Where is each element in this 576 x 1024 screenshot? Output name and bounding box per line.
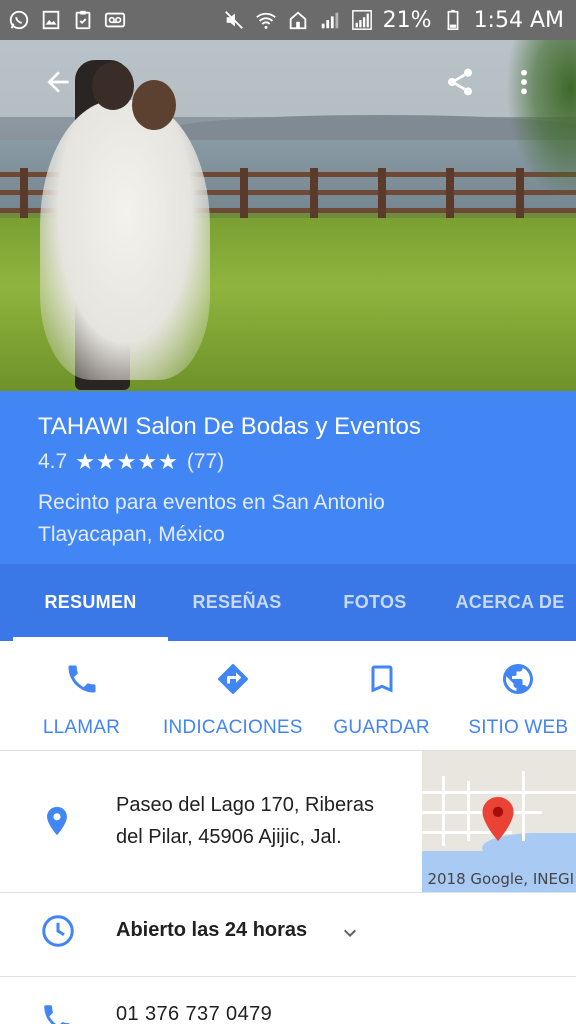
arrow-back-icon	[47, 71, 69, 93]
status-bar: 21% 1:54 AM	[0, 0, 576, 40]
hours-status: Abierto las 24 horas	[116, 919, 308, 941]
system-icons: 21% 1:54 AM	[223, 8, 564, 33]
photo-fence-post	[20, 168, 28, 218]
photo-fence-post	[310, 168, 318, 218]
tab-acerca-de[interactable]: ACERCA DE	[444, 564, 576, 641]
photo-fence-post	[446, 168, 454, 218]
voicemail-icon	[104, 9, 126, 31]
quick-actions: LLAMAR INDICACIONES GUARDAR SITIO WEB	[0, 641, 576, 751]
map-road	[442, 776, 445, 846]
place-title: TAHAWI Salon De Bodas y Eventos	[38, 413, 421, 440]
photo-fence-post	[378, 168, 386, 218]
tab-resenas[interactable]: RESEÑAS	[168, 564, 306, 641]
address-row[interactable]: Paseo del Lago 170, Riberas del Pilar, 4…	[0, 751, 576, 893]
signal-icon	[319, 9, 341, 31]
address-text: Paseo del Lago 170, Riberas del Pilar, 4…	[116, 789, 416, 853]
notification-icons	[8, 9, 126, 31]
rating-row[interactable]: 4.7 ★★★★★ (77)	[38, 447, 538, 477]
mute-icon	[223, 9, 245, 31]
battery-percent: 21%	[382, 7, 432, 33]
gallery-icon	[40, 9, 62, 31]
map-thumbnail[interactable]: 2018 Google, INEGI	[422, 751, 576, 892]
directions-icon	[217, 664, 248, 694]
photo-groom-head	[92, 62, 134, 110]
save-button[interactable]: GUARDAR	[303, 641, 461, 750]
map-road	[522, 771, 525, 841]
call-button[interactable]: LLAMAR	[0, 641, 163, 750]
rating-value: 4.7	[38, 450, 68, 473]
directions-button[interactable]: INDICACIONES	[163, 641, 303, 750]
directions-label: INDICACIONES	[163, 717, 303, 738]
share-icon	[448, 68, 472, 96]
address-line: Paseo del Lago 170, Riberas	[116, 794, 374, 816]
call-label: LLAMAR	[42, 717, 121, 738]
wifi-icon	[255, 9, 277, 31]
hours-row[interactable]: Abierto las 24 horas	[0, 893, 576, 977]
map-marker-icon	[482, 797, 514, 841]
globe-icon	[503, 664, 534, 694]
more-vert-icon	[521, 69, 527, 95]
home-icon	[287, 9, 309, 31]
battery-icon	[442, 9, 464, 31]
phone-icon	[44, 1005, 70, 1024]
map-road	[422, 791, 576, 794]
more-options-button[interactable]	[500, 58, 548, 106]
website-label: SITIO WEB	[468, 717, 569, 738]
photo-fence-post	[240, 168, 248, 218]
phone-number: 01 376 737 0479	[116, 1003, 273, 1024]
place-category-line: Tlayacapan, México	[38, 523, 225, 546]
website-button[interactable]: SITIO WEB	[461, 641, 576, 750]
whatsapp-icon	[8, 9, 30, 31]
signal-icon-secondary	[351, 9, 373, 31]
chevron-down-icon[interactable]	[338, 921, 362, 945]
save-label: GUARDAR	[333, 717, 430, 738]
address-line: del Pilar, 45906 Ajijic, Jal.	[116, 826, 342, 848]
location-pin-icon	[47, 806, 67, 836]
phone-row[interactable]: 01 376 737 0479	[0, 977, 576, 1024]
rating-stars: ★★★★★	[75, 449, 179, 475]
phone-icon	[68, 665, 95, 693]
place-category: Recinto para eventos en San Antonio Tlay…	[38, 487, 458, 551]
place-category-line: Recinto para eventos en San Antonio	[38, 491, 385, 514]
place-header: TAHAWI Salon De Bodas y Eventos 4.7 ★★★★…	[0, 391, 576, 564]
clock: 1:54 AM	[473, 7, 564, 33]
clipboard-icon	[72, 9, 94, 31]
back-button[interactable]	[34, 58, 82, 106]
review-count: (77)	[186, 450, 225, 473]
tab-fotos[interactable]: FOTOS	[306, 564, 444, 641]
bookmark-icon	[371, 665, 393, 693]
place-tabs: RESUMEN RESEÑAS FOTOS ACERCA DE	[0, 564, 576, 641]
place-photo[interactable]	[0, 40, 576, 391]
photo-bride-dress	[40, 100, 210, 380]
clock-icon	[42, 915, 74, 947]
share-button[interactable]	[436, 58, 484, 106]
photo-bride-head	[132, 80, 176, 130]
map-credit: 2018 Google, INEGI	[427, 870, 574, 888]
tab-resumen[interactable]: RESUMEN	[13, 564, 168, 641]
